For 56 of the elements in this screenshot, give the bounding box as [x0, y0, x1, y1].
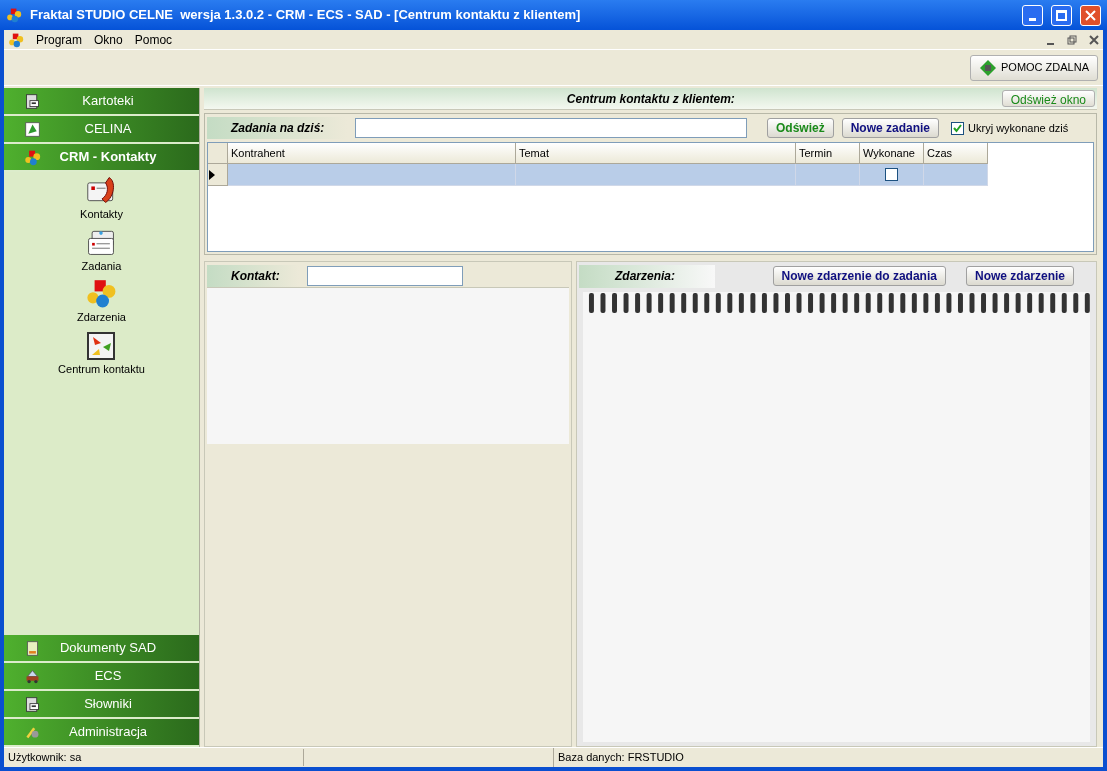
status-user: Użytkownik: sa	[4, 749, 304, 766]
close-icon	[1085, 9, 1096, 21]
remote-help-icon	[979, 58, 997, 77]
refresh-window-button[interactable]: Odśwież okno	[1001, 90, 1095, 107]
sidebar-group-button[interactable]: Administracja	[4, 719, 199, 747]
cabinet-icon	[24, 695, 41, 713]
header-title: Centrum kontaktu z klientem:	[565, 90, 736, 108]
mdi-close-icon[interactable]	[1089, 34, 1099, 45]
cabinet-icon	[24, 92, 41, 110]
minimize-button[interactable]	[1022, 4, 1043, 26]
contact-field[interactable]	[307, 265, 463, 286]
sidebar-nav-item[interactable]: Zadania	[81, 225, 122, 274]
new-event-button[interactable]: Nowe zdarzenie	[965, 266, 1074, 286]
hide-done-checkbox[interactable]	[951, 121, 965, 135]
sidebar-group-button[interactable]: CRM - Kontakty	[4, 144, 199, 172]
close-button[interactable]	[1080, 4, 1101, 26]
sidebar-nav-item[interactable]: Zdarzenia	[77, 277, 126, 326]
done-checkbox[interactable]	[885, 168, 898, 181]
shapes-icon	[24, 148, 41, 166]
shapes-icon	[8, 31, 24, 48]
mdi-restore-icon[interactable]	[1067, 34, 1077, 45]
sidebar-nav-item[interactable]: Kontakty	[80, 174, 123, 223]
window-title: Fraktal STUDIO CELNE wersja 1.3.0.2 - CRM - ECS - SAD - [Centrum kontaktu z klientem]	[30, 6, 582, 25]
column-header[interactable]: Czas	[924, 143, 988, 164]
status-database: Baza danych: FRSTUDIO	[557, 750, 685, 766]
sidebar-group-button[interactable]: Słowniki	[4, 691, 199, 719]
checkbox-label[interactable]: Ukryj wykonane dziś	[968, 119, 1069, 137]
tasks-search-field[interactable]	[355, 118, 747, 138]
document-icon	[24, 639, 41, 657]
refresh-button[interactable]: Odśwież	[767, 118, 834, 138]
sidebar-group-button[interactable]: ECS	[4, 663, 199, 691]
grid-corner-cell	[208, 143, 228, 164]
maximize-icon	[1056, 9, 1067, 21]
menu-item[interactable]: Program	[36, 30, 82, 49]
menu-item[interactable]: Pomoc	[134, 30, 173, 49]
shapes-icon	[6, 7, 22, 23]
table-cell	[796, 164, 860, 186]
new-task-button[interactable]: Nowe zadanie	[841, 118, 940, 138]
sidebar-group-button[interactable]: Dokumenty SAD	[4, 635, 199, 663]
events-label: Zdarzenia:	[579, 264, 715, 288]
sidebar-group-button[interactable]: CELINA	[4, 116, 199, 144]
column-header[interactable]: Kontrahent	[228, 143, 516, 164]
column-header[interactable]: Wykonane	[860, 143, 924, 164]
remote-help-button[interactable]: POMOC ZDALNA	[970, 54, 1098, 81]
shapes-icon	[85, 277, 118, 309]
table-cell	[924, 164, 988, 186]
row-pointer-icon	[208, 169, 216, 180]
sidebar-group-button[interactable]: Kartoteki	[4, 88, 199, 116]
minimize-icon	[1029, 17, 1036, 21]
new-event-button[interactable]: Nowe zdarzenie do zadania	[772, 266, 946, 286]
maximize-button[interactable]	[1051, 4, 1072, 26]
menu-item[interactable]: Okno	[94, 30, 123, 49]
sidebar-nav-item[interactable]: Centrum kontaktu	[58, 328, 145, 377]
column-header[interactable]: Temat	[516, 143, 796, 164]
column-header[interactable]: Termin	[796, 143, 860, 164]
truck-icon	[24, 667, 41, 685]
